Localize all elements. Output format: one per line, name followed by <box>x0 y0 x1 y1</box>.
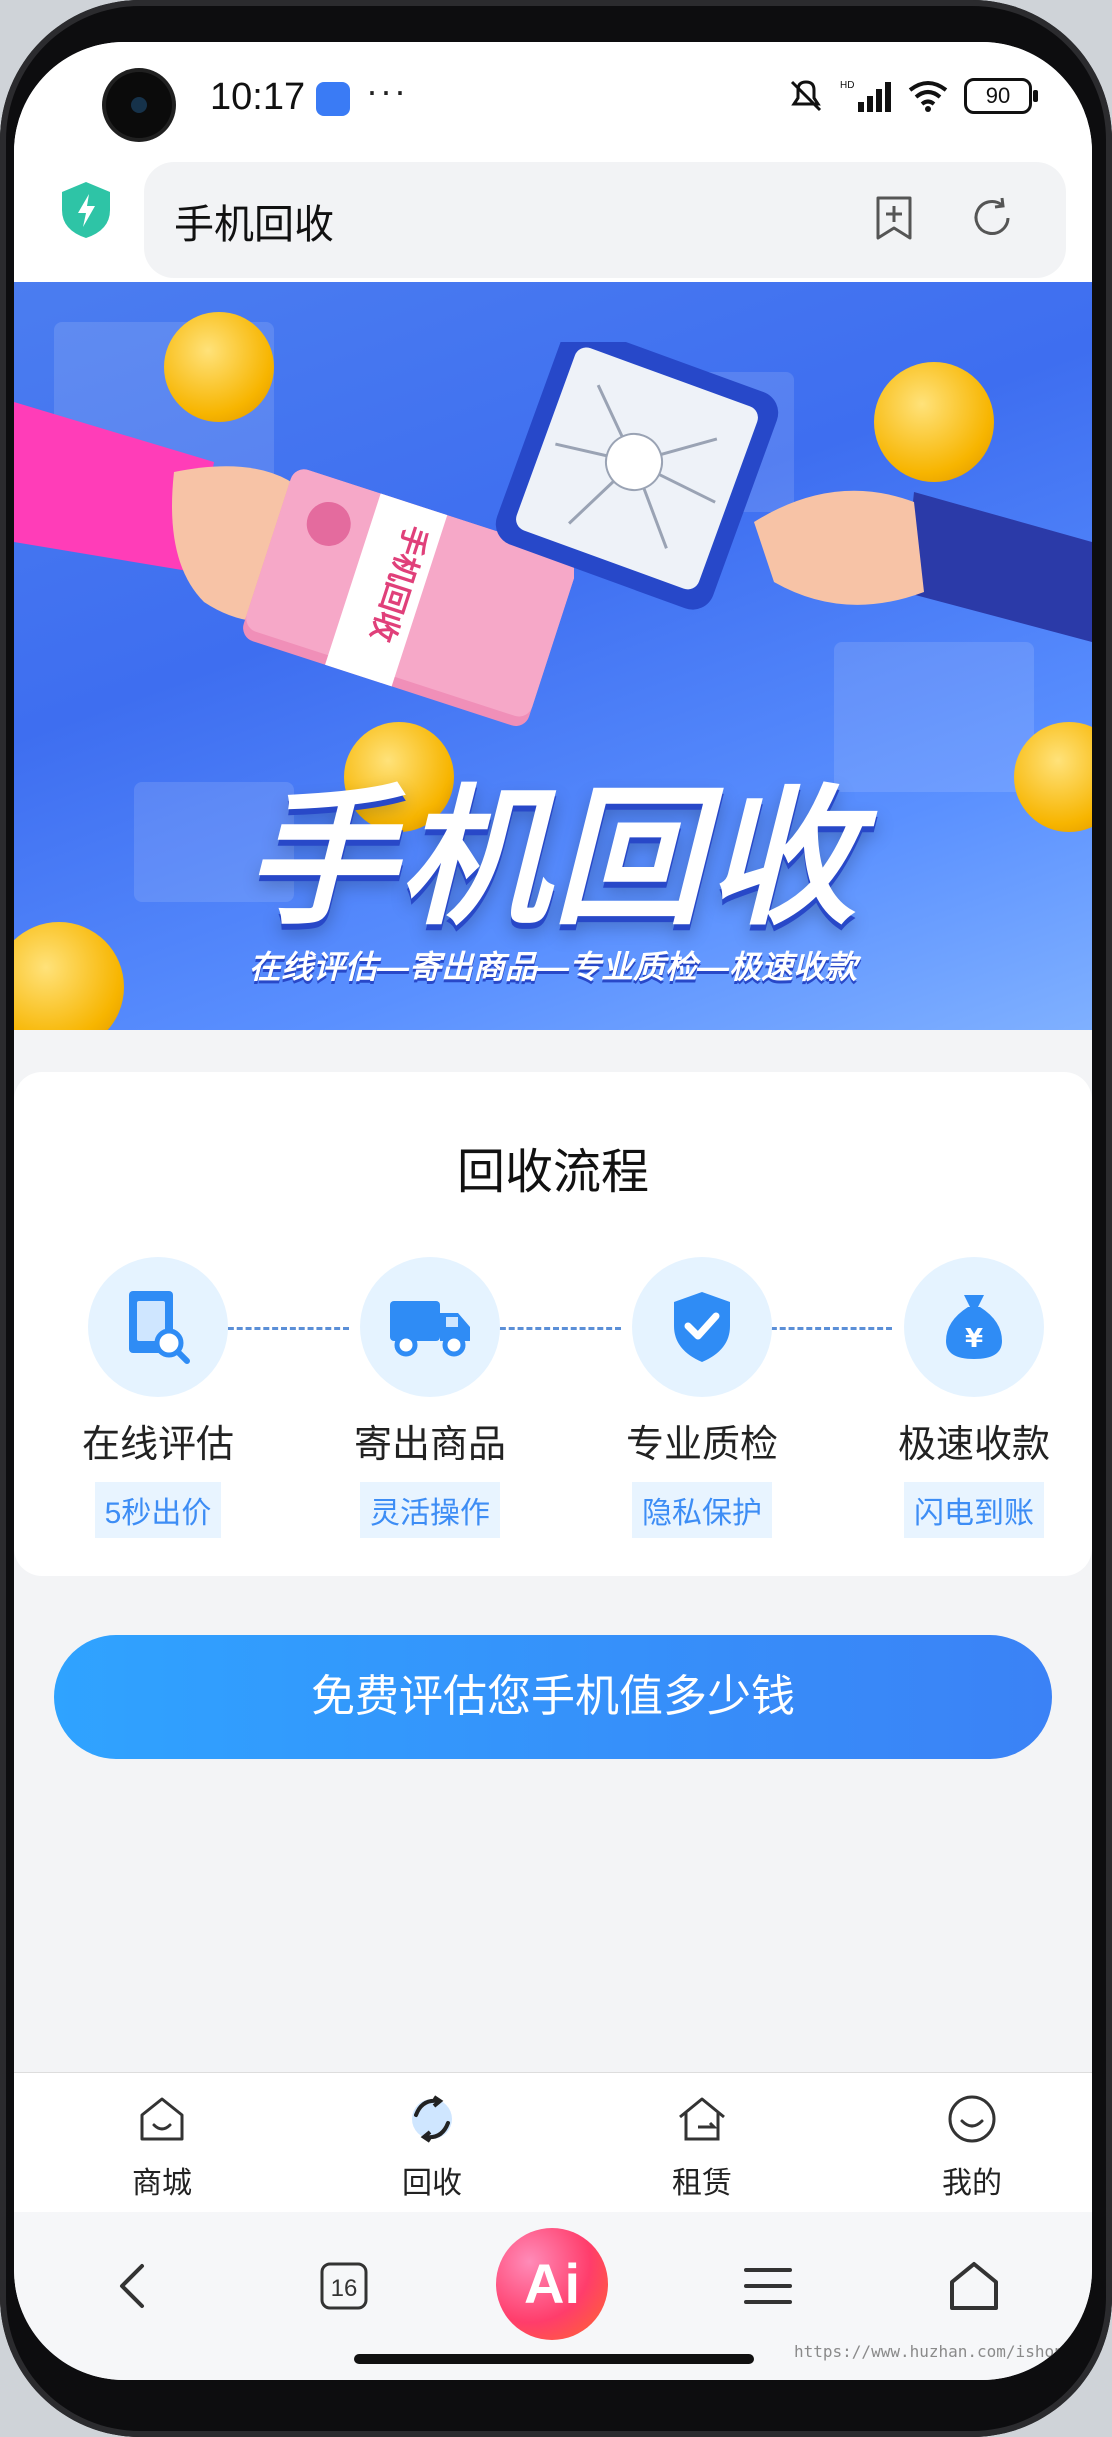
tab-label: 商城 <box>132 2167 192 2200</box>
tab-label: 回收 <box>402 2167 462 2200</box>
step-tag: 灵活操作 <box>360 1482 500 1538</box>
banner-title: 手机回收 <box>244 772 861 946</box>
process-steps: 在线评估 5秒出价 寄出商品 灵活操作 专业质检 隐私保护 ¥ 极速收款 闪电到… <box>14 1257 1092 1538</box>
smiley-icon <box>948 2095 996 2143</box>
step-title: 专业质检 <box>625 1424 778 1466</box>
security-shield-icon[interactable] <box>58 180 114 240</box>
rent-house-icon <box>679 2097 725 2141</box>
hand-with-broken-phone-illustration <box>495 342 1092 642</box>
free-evaluate-button[interactable]: 免费评估您手机值多少钱 <box>54 1635 1052 1759</box>
money-bag-icon: ¥ <box>904 1257 1044 1397</box>
tab-shop[interactable]: 商城 <box>92 2091 232 2202</box>
bottom-tab-bar: 商城 回收 租赁 我的 <box>14 2072 1092 2213</box>
wifi-icon <box>908 81 948 112</box>
front-camera <box>106 72 172 138</box>
svg-text:HD: HD <box>840 80 854 91</box>
battery-icon: 90 <box>964 78 1038 114</box>
step-fast-payment[interactable]: ¥ 极速收款 闪电到账 <box>884 1257 1064 1538</box>
status-time: 10:17 <box>210 76 306 118</box>
tab-recycle[interactable]: 回收 <box>362 2091 502 2202</box>
bookmark-add-icon[interactable] <box>868 192 920 244</box>
shop-icon <box>140 2097 184 2141</box>
step-tag: 5秒出价 <box>94 1482 222 1538</box>
svg-text:¥: ¥ <box>965 1324 983 1354</box>
home-indicator[interactable] <box>354 2354 754 2364</box>
tabs-count: 16 <box>331 2275 358 2302</box>
watermark-text: https://www.huzhan.com/ishop7751 <box>794 2342 1092 2361</box>
tab-label: 租赁 <box>672 2167 732 2200</box>
menu-icon[interactable] <box>738 2256 798 2316</box>
banner-subtitle: 在线评估—寄出商品—专业质检—极速收款 <box>248 949 857 985</box>
refresh-icon[interactable] <box>966 192 1018 244</box>
recycle-process-card: 回收流程 在线评估 5秒出价 寄出商品 灵活操作 专业质检 隐私保护 ¥ 极速收… <box>14 1072 1092 1576</box>
tab-mine[interactable]: 我的 <box>902 2091 1042 2202</box>
truck-icon <box>360 1257 500 1397</box>
step-title: 在线评估 <box>81 1424 234 1466</box>
document-search-icon <box>88 1257 228 1397</box>
process-title: 回收流程 <box>456 1146 649 1199</box>
phone-frame: 10:17 ··· HD 90 手机回收 手机回收 手机回收 在线评估—寄出商品… <box>0 0 1112 2437</box>
tab-rent[interactable]: 租赁 <box>632 2091 772 2202</box>
step-title: 寄出商品 <box>353 1424 506 1466</box>
screen: 10:17 ··· HD 90 手机回收 手机回收 手机回收 在线评估—寄出商品… <box>14 42 1092 2380</box>
hero-banner: 手机回收 手机回收 在线评估—寄出商品—专业质检—极速收款 <box>14 282 1092 1030</box>
home-icon[interactable] <box>944 2256 1004 2316</box>
ai-assistant-button[interactable]: Ai <box>496 2228 608 2340</box>
url-field[interactable]: 手机回收 <box>144 162 1066 278</box>
back-icon[interactable] <box>104 2256 164 2316</box>
step-tag: 闪电到账 <box>904 1482 1044 1538</box>
tab-label: 我的 <box>942 2167 1002 2200</box>
baidu-paw-icon <box>316 82 350 116</box>
url-text: 手机回收 <box>174 203 334 247</box>
status-bar: 10:17 ··· HD 90 <box>14 42 1092 152</box>
step-title: 极速收款 <box>897 1424 1050 1466</box>
step-quality-check[interactable]: 专业质检 隐私保护 <box>612 1257 792 1538</box>
recycle-icon <box>412 2095 452 2143</box>
more-notifications-icon: ··· <box>366 70 408 111</box>
address-bar: 手机回收 <box>14 152 1092 282</box>
tabs-count-icon[interactable]: 16 <box>314 2256 374 2316</box>
mute-icon <box>790 80 822 112</box>
step-ship-item[interactable]: 寄出商品 灵活操作 <box>340 1257 520 1538</box>
signal-icon: HD <box>840 80 891 112</box>
shield-check-icon <box>632 1257 772 1397</box>
status-icons: HD 90 <box>786 78 1038 114</box>
step-tag: 隐私保护 <box>632 1482 772 1538</box>
step-online-evaluate[interactable]: 在线评估 5秒出价 <box>68 1257 248 1538</box>
